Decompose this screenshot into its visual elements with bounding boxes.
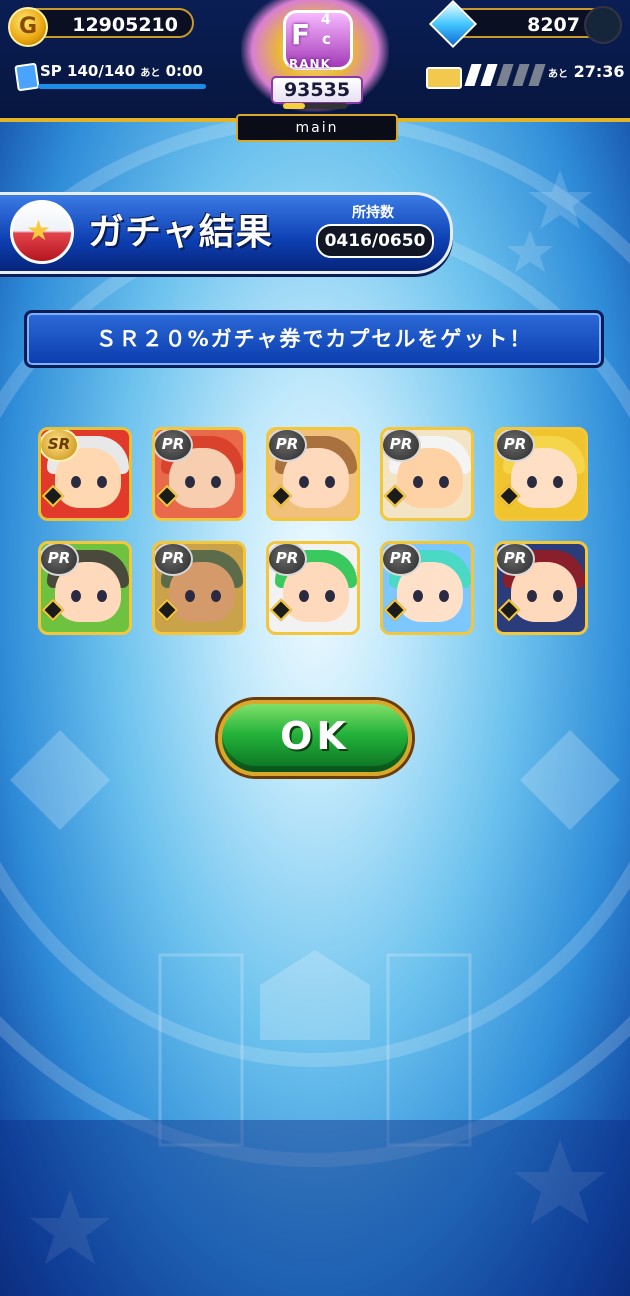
character-card[interactable]: PR [380,541,474,635]
rarity-badge: PR [41,544,79,576]
add-gem-icon[interactable] [584,6,622,44]
sp-after-label: あと [140,68,161,79]
eye-icon [299,590,309,602]
eye-icon [211,590,221,602]
rarity-badge: PR [155,544,193,576]
stamina-timer-row: あと 27:36 [548,62,625,81]
rarity-badge: PR [497,544,535,576]
sp-value: 140/140 [67,62,136,80]
stamina-after-label: あと [548,69,568,80]
character-card[interactable]: PR [494,427,588,521]
rarity-badge: PR [155,430,193,462]
stamina-segment [496,64,514,86]
eye-icon [71,476,81,488]
eye-icon [71,590,81,602]
eye-icon [413,476,423,488]
result-message: ＳＲ２０%ガチャ券でカプセルをゲット！ [24,310,604,368]
eye-icon [325,590,335,602]
character-card[interactable]: PR [266,427,360,521]
eye-icon [211,476,221,488]
coin-value: 12905210 [72,14,178,36]
eye-icon [439,590,449,602]
stamina-segment [464,64,482,86]
ticket-icon [426,67,462,89]
eye-icon [439,476,449,488]
eye-icon [185,590,195,602]
rarity-badge: PR [269,544,307,576]
page-title: ガチャ結果 [88,212,273,253]
stamina-segment [512,64,530,86]
eye-icon [97,590,107,602]
ok-button[interactable]: OK [218,700,412,776]
stamina-gauge [462,62,546,88]
gem-value: 8207 [527,14,580,36]
rank-letter: F [291,18,311,51]
character-card[interactable]: PR [266,541,360,635]
rarity-badge: PR [497,430,535,462]
character-card[interactable]: PR [494,541,588,635]
eye-icon [553,476,563,488]
stock-counter: 所持数 0416/0650 [314,202,434,258]
stock-label: 所持数 [352,205,394,221]
stamina-segment [528,64,546,86]
rank-progress-bar [283,103,347,109]
rarity-badge: PR [383,544,421,576]
sp-status: SP 140/140 あと 0:00 [40,62,203,80]
character-card[interactable]: PR [38,541,132,635]
rarity-badge: PR [269,430,307,462]
sp-gauge [38,84,206,89]
main-tab[interactable]: main [236,114,398,142]
eye-icon [185,476,195,488]
rank-progress-fill [283,103,306,109]
eye-icon [97,476,107,488]
eye-icon [527,590,537,602]
sp-timer: 0:00 [165,62,203,80]
star-icon: ★ [26,214,52,247]
coin-icon: G [8,7,48,47]
rank-superscript: 4 [321,12,331,28]
eye-icon [325,476,335,488]
stock-value: 0416/0650 [316,224,434,258]
rank-label: RANK [289,57,331,71]
stamina-timer: 27:36 [573,62,625,81]
rank-emblem[interactable]: F 4 c RANK 93535 [233,0,397,118]
rank-subscript: c [322,30,331,48]
character-card[interactable]: PR [152,541,246,635]
eye-icon [527,476,537,488]
rarity-badge: SR [41,430,79,462]
character-card[interactable]: SR [38,427,132,521]
rarity-badge: PR [383,430,421,462]
sp-card-icon [14,62,40,92]
character-card[interactable]: PR [152,427,246,521]
eye-icon [299,476,309,488]
rank-value: 93535 [271,76,363,104]
eye-icon [553,590,563,602]
character-card[interactable]: PR [380,427,474,521]
stamina-segment [480,64,498,86]
sp-label: SP [40,62,62,80]
eye-icon [413,590,423,602]
